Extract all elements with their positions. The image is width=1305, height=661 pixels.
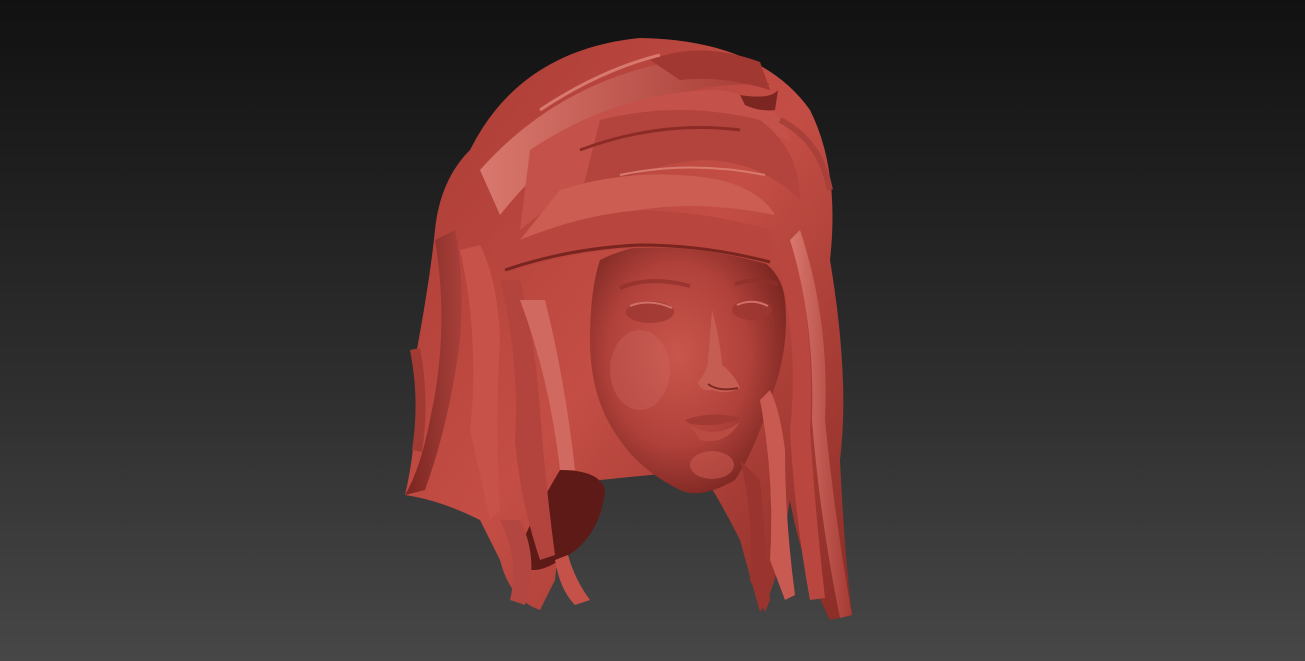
3d-viewport[interactable]: [0, 0, 1305, 661]
sculpted-head-model[interactable]: [0, 0, 1305, 661]
